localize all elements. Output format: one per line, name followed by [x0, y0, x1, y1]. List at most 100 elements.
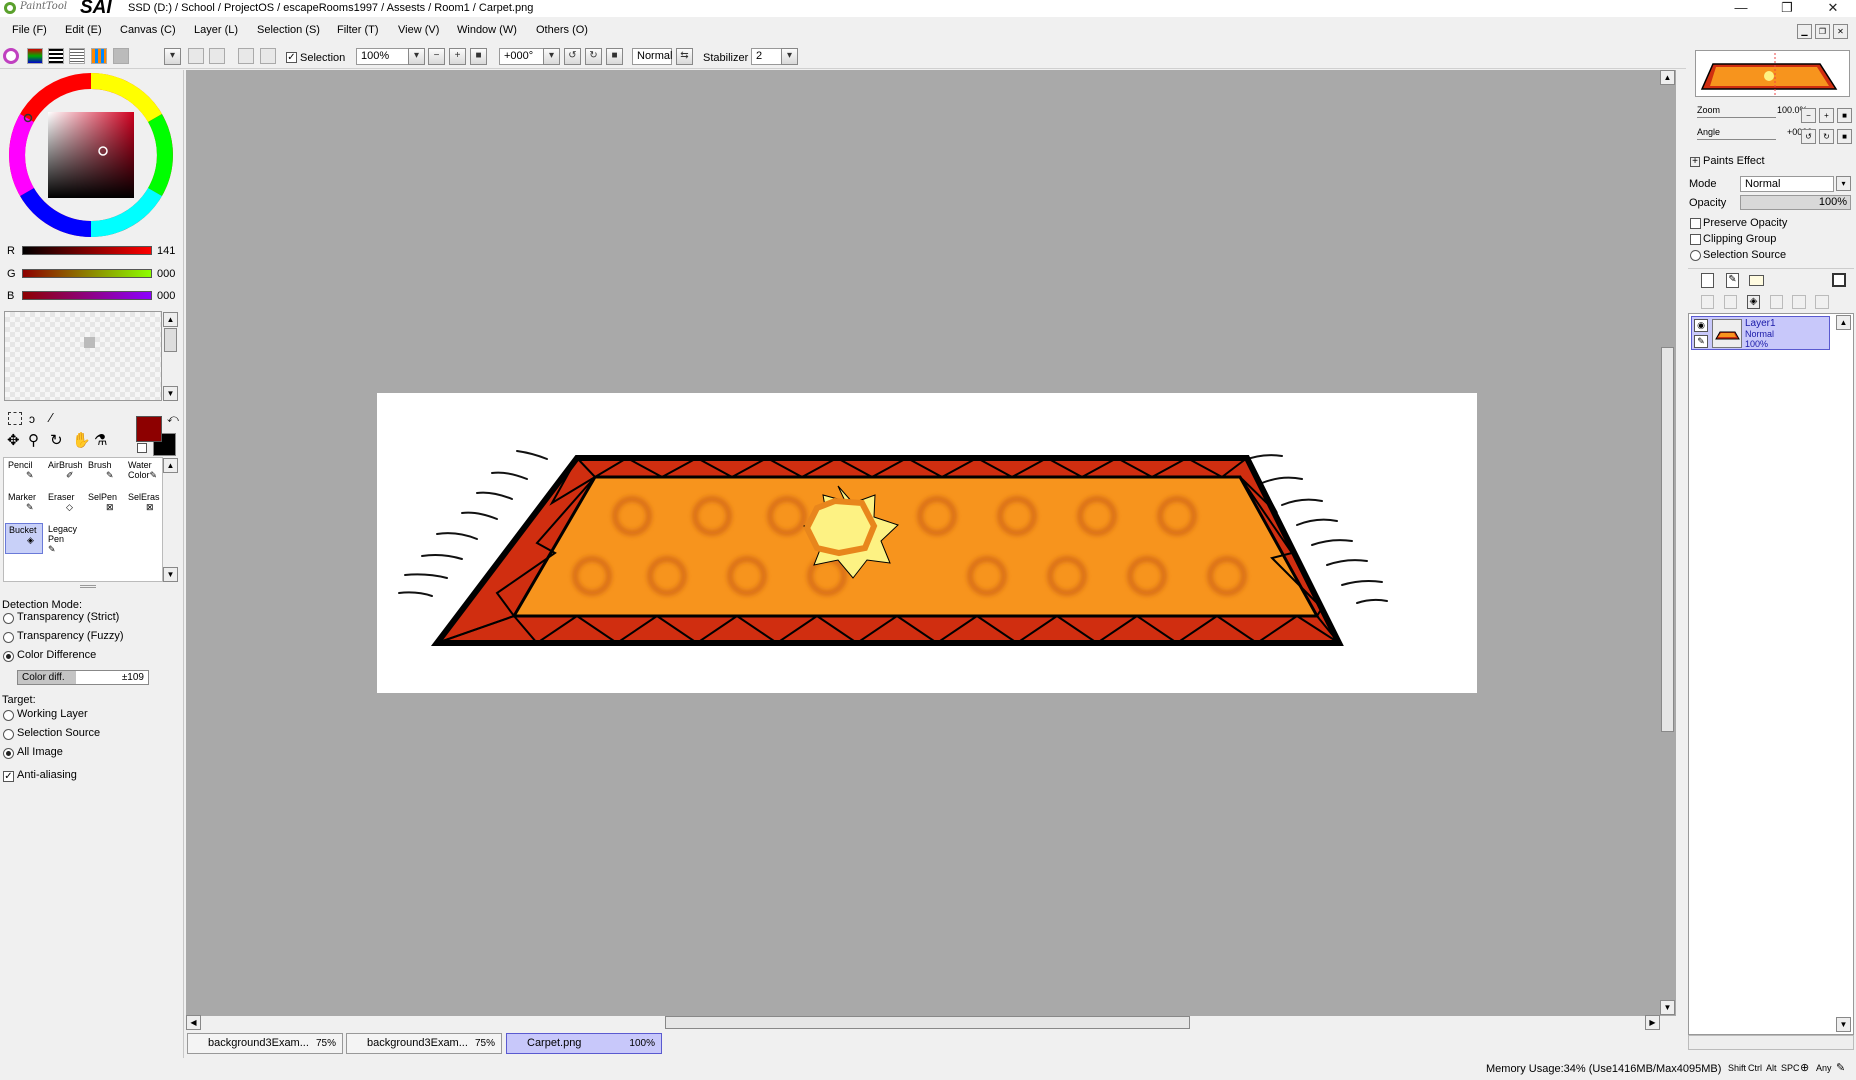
- redo-icon[interactable]: [209, 48, 225, 64]
- paints-effect-expand-icon[interactable]: +: [1690, 157, 1700, 167]
- swatch-area[interactable]: [4, 311, 162, 401]
- target-option-all-image[interactable]: All Image: [17, 746, 63, 758]
- swatch-cell[interactable]: [84, 337, 95, 348]
- tool-eraser[interactable]: Eraser ◇: [45, 491, 83, 522]
- detection-option-strict[interactable]: Transparency (Strict): [17, 611, 119, 623]
- maximize-button[interactable]: ❐: [1764, 0, 1810, 17]
- mdi-minimize-button[interactable]: ▁: [1797, 24, 1812, 39]
- tool-legacy-pen[interactable]: Legacy Pen✎: [45, 523, 83, 554]
- brush-lock-icon[interactable]: ✎: [1694, 335, 1708, 348]
- tools-scroll-down[interactable]: ▼: [163, 567, 178, 582]
- flatten-icon[interactable]: [1815, 295, 1829, 309]
- tools-scroll-up[interactable]: ▲: [163, 458, 178, 473]
- panel-dropdown-button[interactable]: ▾: [164, 48, 181, 65]
- opacity-slider[interactable]: 100%: [1740, 195, 1851, 210]
- rotate-reset-button[interactable]: ■: [606, 48, 623, 65]
- nav-zoom-reset-button[interactable]: ■: [1837, 108, 1852, 123]
- detection-radio-fuzzy[interactable]: [3, 632, 14, 643]
- preserve-opacity-checkbox[interactable]: [1690, 218, 1701, 229]
- rotate-ccw-button[interactable]: ↺: [564, 48, 581, 65]
- target-radio-all-image[interactable]: [3, 748, 14, 759]
- mode-dropdown-button[interactable]: ▾: [1836, 176, 1851, 191]
- tool-pencil[interactable]: Pencil ✎: [5, 459, 43, 490]
- layer-scroll-down[interactable]: ▼: [1836, 1017, 1851, 1032]
- detection-option-fuzzy[interactable]: Transparency (Fuzzy): [17, 630, 124, 642]
- close-button[interactable]: ✕: [1810, 0, 1856, 17]
- menu-window[interactable]: Window (W): [457, 24, 517, 36]
- view-mode-field[interactable]: Normal: [632, 48, 672, 65]
- tool-selpen[interactable]: SelPen ⊠: [85, 491, 123, 522]
- selection-checkbox[interactable]: ✓: [286, 52, 297, 63]
- angle-dropdown-button[interactable]: ▾: [543, 48, 560, 65]
- hscroll-right[interactable]: ▶: [1645, 1015, 1660, 1030]
- stabilizer-dropdown-button[interactable]: ▾: [781, 48, 798, 65]
- canvas-viewport[interactable]: ▲ ▼ ◀ ▶: [186, 70, 1676, 1030]
- nav-angle-slider[interactable]: [1697, 139, 1776, 140]
- selection-source-checkbox[interactable]: [1690, 250, 1701, 261]
- angle-field[interactable]: +000°: [499, 48, 545, 65]
- swatch-scroll-thumb[interactable]: [164, 328, 177, 352]
- b-slider[interactable]: [22, 291, 152, 300]
- swatches-icon[interactable]: [91, 48, 107, 64]
- transparent-color-icon[interactable]: [137, 443, 147, 453]
- layer-scroll-up[interactable]: ▲: [1836, 315, 1851, 330]
- tool-marker[interactable]: Marker ✎: [5, 491, 43, 522]
- tab-document-3[interactable]: Carpet.png 100%: [506, 1033, 662, 1054]
- zoom-reset-button[interactable]: ■: [470, 48, 487, 65]
- delete-layer-icon[interactable]: [1770, 295, 1783, 309]
- clipping-group-checkbox[interactable]: [1690, 234, 1701, 245]
- panel-resize-handle[interactable]: [80, 585, 96, 588]
- magic-wand-icon[interactable]: ⁄: [50, 410, 52, 425]
- mdi-restore-button[interactable]: ❐: [1815, 24, 1830, 39]
- merge-visible-icon[interactable]: [1792, 295, 1806, 309]
- target-option-selection-source[interactable]: Selection Source: [17, 727, 100, 739]
- detection-radio-color-diff[interactable]: [3, 651, 14, 662]
- menu-filter[interactable]: Filter (T): [337, 24, 379, 36]
- detection-option-color-diff[interactable]: Color Difference: [17, 649, 96, 661]
- lasso-icon[interactable]: ↄ: [29, 412, 45, 426]
- zoom-tool-icon[interactable]: ⚲: [28, 431, 39, 449]
- target-option-working-layer[interactable]: Working Layer: [17, 708, 88, 720]
- preserve-opacity-label[interactable]: Preserve Opacity: [1703, 217, 1787, 229]
- anti-aliasing-label[interactable]: Anti-aliasing: [17, 769, 77, 781]
- detection-radio-strict[interactable]: [3, 613, 14, 624]
- vscroll-up[interactable]: ▲: [1660, 70, 1675, 85]
- mode-select[interactable]: Normal: [1740, 176, 1834, 192]
- merge-down-icon[interactable]: [1724, 295, 1737, 309]
- g-slider[interactable]: [22, 269, 152, 278]
- menu-selection[interactable]: Selection (S): [257, 24, 320, 36]
- stabilizer-field[interactable]: 2: [751, 48, 783, 65]
- nav-rotate-ccw-button[interactable]: ↺: [1801, 129, 1816, 144]
- vscroll-down[interactable]: ▼: [1660, 1000, 1675, 1015]
- clear-layer-icon[interactable]: ◈: [1747, 295, 1760, 309]
- menu-edit[interactable]: Edit (E): [65, 24, 102, 36]
- zoom-out-button[interactable]: −: [428, 48, 445, 65]
- new-linework-layer-icon[interactable]: ✎: [1726, 273, 1739, 288]
- selection-source-label[interactable]: Selection Source: [1703, 249, 1786, 261]
- color-wheel[interactable]: [8, 72, 174, 238]
- r-slider[interactable]: [22, 246, 152, 255]
- current-color-swatch[interactable]: [136, 416, 162, 442]
- tool-airbrush[interactable]: AirBrush ✐: [45, 459, 83, 490]
- eye-icon[interactable]: ◉: [1694, 319, 1708, 332]
- vscroll-thumb[interactable]: [1661, 347, 1674, 732]
- paints-effect-label[interactable]: Paints Effect: [1703, 155, 1765, 167]
- menu-view[interactable]: View (V): [398, 24, 439, 36]
- minimize-button[interactable]: —: [1718, 0, 1764, 17]
- layer-mask-icon[interactable]: [1832, 273, 1846, 287]
- color-wheel-icon[interactable]: [3, 48, 19, 64]
- move-icon[interactable]: ✥: [7, 431, 20, 449]
- nav-zoom-in-button[interactable]: +: [1819, 108, 1834, 123]
- hscroll-left[interactable]: ◀: [186, 1015, 201, 1030]
- swatch-scroll-up[interactable]: ▲: [163, 312, 178, 327]
- mdi-close-button[interactable]: ✕: [1833, 24, 1848, 39]
- flip-view-button[interactable]: ⇆: [676, 48, 693, 65]
- hsv-slider-icon[interactable]: [48, 48, 64, 64]
- deselect-icon[interactable]: [238, 48, 254, 64]
- clipping-group-label[interactable]: Clipping Group: [1703, 233, 1776, 245]
- nav-rotate-cw-button[interactable]: ↻: [1819, 129, 1834, 144]
- transfer-down-icon[interactable]: [1701, 295, 1714, 309]
- nav-zoom-out-button[interactable]: −: [1801, 108, 1816, 123]
- navigator-preview[interactable]: [1695, 50, 1850, 97]
- rect-select-icon[interactable]: [8, 412, 22, 425]
